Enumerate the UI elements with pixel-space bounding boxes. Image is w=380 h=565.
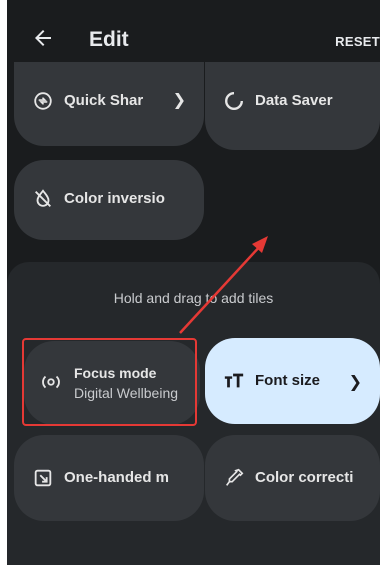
tile-label: Data Saver xyxy=(255,92,333,109)
color-inversion-icon xyxy=(35,189,51,207)
chevron-right-icon: ❯ xyxy=(348,374,362,391)
data-saver-icon xyxy=(225,92,243,110)
annotation-highlight-box xyxy=(22,338,197,426)
tile-data-saver[interactable]: Data Saver xyxy=(205,62,380,150)
tile-label: Font size xyxy=(255,372,321,389)
add-tiles-hint: Hold and drag to add tiles xyxy=(113,290,274,306)
color-correction-icon xyxy=(226,468,244,486)
reset-button[interactable]: RESET xyxy=(335,34,380,49)
tile-color-inversion[interactable]: Color inversio xyxy=(14,160,204,240)
quick-share-icon xyxy=(34,92,52,110)
page-title: Edit xyxy=(89,28,129,51)
tile-label: One-handed m xyxy=(64,469,170,486)
tile-label: Color inversio xyxy=(64,190,165,207)
phone-screen: Edit RESET Quick Shar ❯ Data Saver Color… xyxy=(7,0,380,565)
one-handed-icon xyxy=(34,469,52,487)
back-arrow-icon[interactable] xyxy=(31,26,55,50)
tile-quick-share[interactable]: Quick Shar ❯ xyxy=(14,62,204,146)
tile-color-correction[interactable]: Color correcti xyxy=(205,435,380,521)
tile-label: Quick Shar xyxy=(64,92,144,109)
tile-font-size[interactable]: Font size ❯ xyxy=(205,338,380,424)
tile-label: Color correcti xyxy=(255,469,354,486)
font-size-icon xyxy=(224,373,244,388)
chevron-right-icon: ❯ xyxy=(172,92,186,109)
tile-one-handed-mode[interactable]: One-handed m xyxy=(14,435,204,521)
